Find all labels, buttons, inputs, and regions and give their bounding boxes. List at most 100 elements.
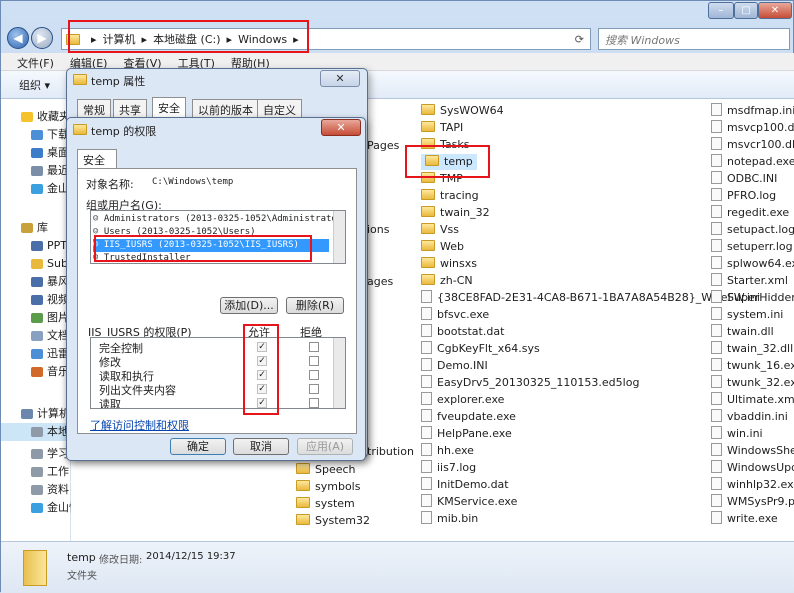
address-bar[interactable]: ▸ 计算机 ▸ 本地磁盘 (C:) ▸ Windows ▸ ⟳ <box>61 28 591 50</box>
access-control-link[interactable]: 了解访问控制和权限 <box>90 417 189 433</box>
nav-item[interactable]: 视频 <box>1 291 71 309</box>
file-item[interactable]: twain_32.dll <box>711 341 793 357</box>
file-item[interactable]: fveupdate.exe <box>421 409 516 425</box>
refresh-icon[interactable]: ⟳ <box>575 33 590 46</box>
apply-button[interactable]: 应用(A) <box>297 438 353 455</box>
file-item[interactable]: WMSysPr9.pr <box>711 494 794 510</box>
user-entry[interactable]: ☺ Administrators (2013-0325-1052\Adminis… <box>93 213 345 226</box>
allow-checkbox[interactable]: ✓ <box>257 342 267 352</box>
deny-checkbox[interactable] <box>309 398 319 408</box>
allow-checkbox[interactable]: ✓ <box>257 398 267 408</box>
file-item[interactable]: SysWOW64 <box>421 103 504 119</box>
file-item[interactable]: mib.bin <box>421 511 478 527</box>
allow-checkbox[interactable]: ✓ <box>257 384 267 394</box>
ok-button[interactable]: 确定 <box>170 438 226 455</box>
nav-item[interactable]: 计算机 <box>1 405 71 423</box>
nav-item[interactable]: 最近 <box>1 162 71 180</box>
file-item[interactable]: twunk_32.exe <box>711 375 794 391</box>
file-item[interactable]: Tasks <box>421 137 469 153</box>
nav-item[interactable]: 本地 <box>1 423 71 441</box>
permissions-close-button[interactable]: ✕ <box>321 119 361 136</box>
file-item[interactable]: system.ini <box>711 307 783 323</box>
file-item[interactable]: Pages <box>367 138 399 154</box>
user-entry[interactable]: ☺ Users (2013-0325-1052\Users) <box>93 226 329 239</box>
file-item[interactable]: hh.exe <box>421 443 474 459</box>
file-item[interactable]: tribution <box>367 444 414 460</box>
close-window-button[interactable]: ✕ <box>758 2 792 19</box>
breadcrumb-computer[interactable]: 计算机 <box>103 31 136 47</box>
breadcrumb-windows[interactable]: Windows <box>238 33 287 46</box>
file-item[interactable]: Starter.xml <box>711 273 788 289</box>
file-item[interactable]: notepad.exe <box>711 154 794 170</box>
file-item[interactable]: {38CE8FAD-2E31-4CA8-B671-1BA7A8A54B28}_W… <box>421 290 760 306</box>
file-item[interactable]: EasyDrv5_20130325_110153.ed5log <box>421 375 639 391</box>
file-item[interactable]: TMP <box>421 171 463 187</box>
file-item[interactable]: splwow64.exe <box>711 256 794 272</box>
nav-item[interactable]: 学习 <box>1 445 71 463</box>
file-item[interactable]: Speech <box>296 462 356 478</box>
deny-checkbox[interactable] <box>309 384 319 394</box>
file-item[interactable]: bootstat.dat <box>421 324 504 340</box>
file-item[interactable]: iis7.log <box>421 460 476 476</box>
file-item[interactable]: Vss <box>421 222 459 238</box>
forward-button[interactable]: ▶ <box>31 27 53 49</box>
file-item[interactable]: setuperr.log <box>711 239 793 255</box>
breadcrumb-drive[interactable]: 本地磁盘 (C:) <box>153 31 220 47</box>
back-button[interactable]: ◀ <box>7 27 29 49</box>
file-item[interactable]: Ultimate.xml <box>711 392 794 408</box>
file-item[interactable]: Web <box>421 239 464 255</box>
file-item[interactable]: WindowsShell <box>711 443 794 459</box>
file-item[interactable]: HelpPane.exe <box>421 426 512 442</box>
nav-item[interactable]: PPTV <box>1 237 71 255</box>
nav-item[interactable]: 文档 <box>1 327 71 345</box>
nav-item[interactable]: Subv <box>1 255 71 273</box>
user-entry[interactable]: ☺ TrustedInstaller <box>93 252 329 263</box>
file-item[interactable]: twain_32 <box>421 205 490 221</box>
nav-item[interactable]: 工作 (E:) <box>1 463 71 481</box>
allow-checkbox[interactable]: ✓ <box>257 356 267 366</box>
file-item[interactable]: bfsvc.exe <box>421 307 489 323</box>
properties-close-button[interactable]: ✕ <box>320 70 360 87</box>
organize-button[interactable]: 组织 <box>19 79 41 92</box>
tab-general[interactable]: 常规 <box>77 99 111 117</box>
file-item[interactable]: KMService.exe <box>421 494 517 510</box>
file-item[interactable]: symbols <box>296 479 360 495</box>
maximize-button[interactable]: □ <box>734 2 758 19</box>
file-item[interactable]: InitDemo.dat <box>421 477 509 493</box>
tab-previous-versions[interactable]: 以前的版本 <box>192 99 259 117</box>
search-input[interactable]: 搜索 Windows <box>598 28 790 50</box>
remove-button[interactable]: 删除(R) <box>286 297 344 314</box>
file-item[interactable]: vbaddin.ini <box>711 409 788 425</box>
nav-item[interactable]: 迅雷 <box>1 345 71 363</box>
nav-item[interactable]: 金山快盘 <box>1 499 71 517</box>
scrollbar[interactable] <box>333 338 345 408</box>
file-item[interactable]: setupact.log <box>711 222 794 238</box>
deny-checkbox[interactable] <box>309 342 319 352</box>
users-list[interactable]: ☺ Administrators (2013-0325-1052\Adminis… <box>90 210 346 264</box>
allow-checkbox[interactable]: ✓ <box>257 370 267 380</box>
cancel-button[interactable]: 取消 <box>233 438 289 455</box>
file-item[interactable]: twunk_16.exe <box>711 358 794 374</box>
file-item[interactable]: temp <box>421 154 477 170</box>
file-item[interactable]: ages <box>367 274 393 290</box>
file-item[interactable]: msdfmap.ini <box>711 103 794 119</box>
file-item[interactable]: twain.dll <box>711 324 774 340</box>
file-item[interactable]: write.exe <box>711 511 778 527</box>
deny-checkbox[interactable] <box>309 370 319 380</box>
nav-item[interactable]: 暴风 <box>1 273 71 291</box>
file-item[interactable]: SuperHidden. <box>711 290 794 306</box>
user-entry[interactable]: ☺ IIS_IUSRS (2013-0325-1052\IIS_IUSRS) <box>93 239 329 252</box>
file-item[interactable]: ODBC.INI <box>711 171 777 187</box>
file-item[interactable]: TAPI <box>421 120 463 136</box>
file-item[interactable]: msvcp100.dll <box>711 120 794 136</box>
minimize-button[interactable]: – <box>708 2 734 19</box>
tab-security[interactable]: 安全 <box>77 149 117 170</box>
file-item[interactable]: System32 <box>296 513 370 529</box>
add-button[interactable]: 添加(D)... <box>220 297 278 314</box>
menu-file[interactable]: 文件(F) <box>9 53 62 70</box>
file-item[interactable]: WindowsUpd <box>711 460 794 476</box>
file-item[interactable]: winhlp32.exe <box>711 477 794 493</box>
nav-item[interactable]: 音乐 <box>1 363 71 381</box>
tab-sharing[interactable]: 共享 <box>113 99 147 117</box>
tab-security[interactable]: 安全 <box>152 97 186 118</box>
